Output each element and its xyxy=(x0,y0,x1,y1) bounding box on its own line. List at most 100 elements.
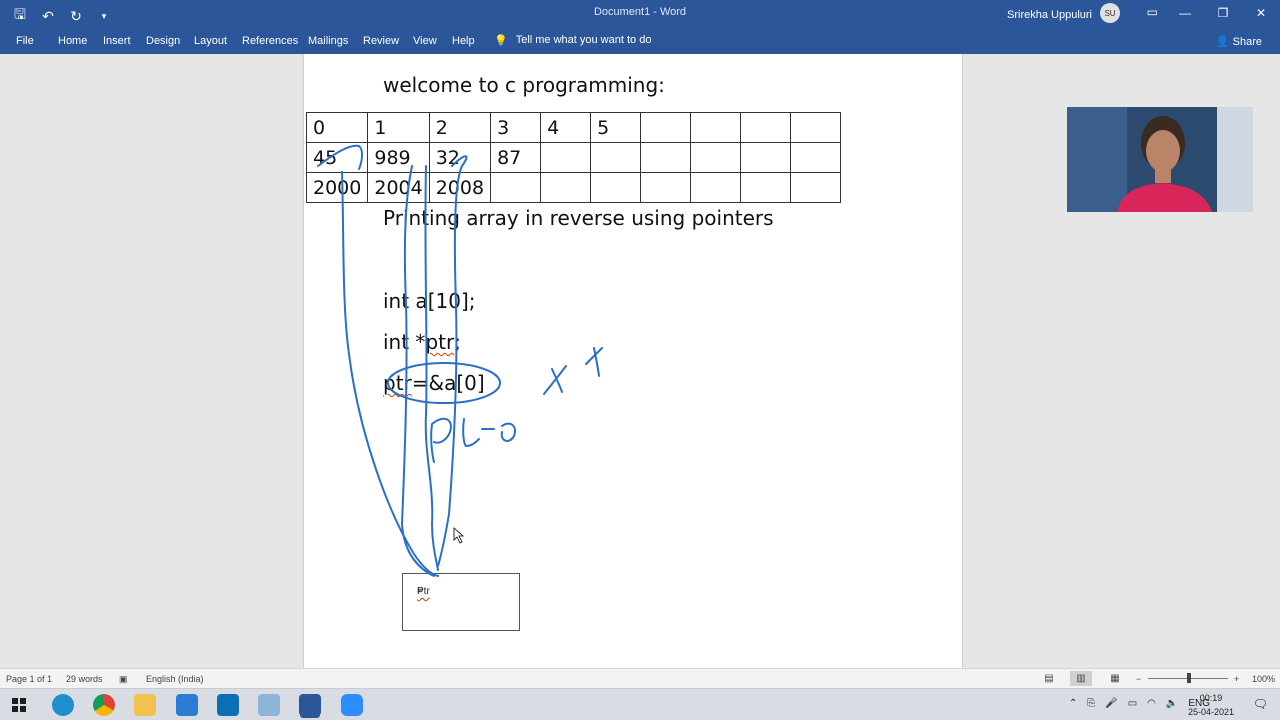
ink-stroke xyxy=(500,422,516,442)
dell-app-icon[interactable] xyxy=(217,694,239,716)
lightbulb-icon: 💡 xyxy=(494,35,508,47)
user-name: Srirekha Uppuluri xyxy=(1007,8,1092,21)
proofing-icon[interactable]: ▣ xyxy=(119,674,128,685)
user-account[interactable]: Srirekha Uppuluri SU xyxy=(1007,3,1120,23)
close-icon[interactable]: ✕ xyxy=(1242,0,1280,28)
restore-icon[interactable]: ❐ xyxy=(1204,0,1242,28)
wifi-icon[interactable]: ◠ xyxy=(1147,698,1156,709)
table-cell xyxy=(640,142,692,173)
ribbon-display-options-icon[interactable]: ▭ xyxy=(1147,5,1158,19)
table-cell: 32 xyxy=(428,142,492,173)
tab-home[interactable]: Home xyxy=(58,35,87,47)
table-cell: 989 xyxy=(367,142,430,173)
table-cell: 2004 xyxy=(367,172,430,203)
title-bar: 🖫 ↶ ↻ ▾ Document1 - Word Srirekha Uppulu… xyxy=(0,0,1280,28)
tab-insert[interactable]: Insert xyxy=(103,35,131,47)
avatar[interactable]: SU xyxy=(1100,3,1120,23)
tab-mailings[interactable]: Mailings xyxy=(308,35,348,47)
snip-tool-icon[interactable] xyxy=(258,694,280,716)
ink-stroke xyxy=(585,347,603,365)
zoom-level[interactable]: 100% xyxy=(1252,674,1275,684)
notification-icon[interactable]: 🗨 xyxy=(1253,697,1268,711)
ink-stroke xyxy=(551,368,563,393)
print-layout-icon[interactable]: ▥ xyxy=(1070,671,1092,686)
table-cell: 45 xyxy=(305,142,369,173)
table-cell xyxy=(690,142,742,173)
table-cell xyxy=(790,112,842,143)
table-cell xyxy=(740,172,792,203)
table-cell xyxy=(590,142,642,173)
zoom-in-icon[interactable]: + xyxy=(1234,674,1239,684)
page-count[interactable]: Page 1 of 1 xyxy=(6,674,52,684)
table-cell xyxy=(540,142,592,173)
volume-icon[interactable]: 🔈 xyxy=(1166,698,1178,709)
table-cell: 2 xyxy=(428,112,492,143)
word-icon[interactable] xyxy=(299,694,321,716)
minimize-icon[interactable]: — xyxy=(1166,0,1204,28)
chevron-up-icon[interactable]: ⌃ xyxy=(1069,698,1077,709)
battery-icon[interactable]: ▭ xyxy=(1128,698,1137,709)
ink-stroke xyxy=(543,365,567,395)
table-cell xyxy=(790,142,842,173)
read-mode-icon[interactable]: ▤ xyxy=(1038,671,1060,686)
word-count[interactable]: 29 words xyxy=(66,674,103,684)
table-cell xyxy=(490,172,542,203)
microphone-icon[interactable]: 🎤 xyxy=(1105,698,1117,709)
zoom-app-icon[interactable] xyxy=(341,694,363,716)
tab-layout[interactable]: Layout xyxy=(194,35,227,47)
tell-me-text: Tell me what you want to do xyxy=(515,34,652,46)
document-area[interactable]: welcome to c programming: 0 1 2 3 4 5 45… xyxy=(0,54,1280,668)
table-cell xyxy=(740,112,792,143)
tab-help[interactable]: Help xyxy=(452,35,475,47)
clock[interactable]: 00:19 25-04-2021 xyxy=(1188,691,1234,719)
ink-stroke xyxy=(462,418,480,447)
status-bar: Page 1 of 1 29 words ▣ English (India) ▤… xyxy=(0,668,1280,688)
edge-icon[interactable] xyxy=(52,694,74,716)
text-box[interactable]: Ptr = xyxy=(402,573,520,631)
taskbar: ⌃ ⎘ 🎤 ▭ ◠ 🔈 ENG 00:19 25-04-2021 🗨 xyxy=(0,688,1280,720)
table-cell xyxy=(640,112,692,143)
clock-time: 00:19 xyxy=(1199,693,1223,703)
webcam-overlay xyxy=(1067,107,1253,212)
table-cell: 1 xyxy=(367,112,430,143)
windows-start-icon[interactable] xyxy=(12,698,26,712)
tab-view[interactable]: View xyxy=(413,35,437,47)
table-cell: 2000 xyxy=(305,172,369,203)
zoom-out-icon[interactable]: − xyxy=(1136,674,1141,684)
table-cell: 3 xyxy=(490,112,542,143)
language-indicator[interactable]: English (India) xyxy=(146,674,204,684)
table-cell: 2008 xyxy=(428,172,492,203)
tab-references[interactable]: References xyxy=(242,35,298,47)
array-table: 0 1 2 3 4 5 45 989 32 87 2000 2004 2008 xyxy=(305,112,842,203)
file-explorer-icon[interactable] xyxy=(134,694,156,716)
table-row: 45 989 32 87 xyxy=(305,142,842,173)
table-row: 2000 2004 2008 xyxy=(305,172,842,203)
zoom-slider-thumb[interactable] xyxy=(1187,673,1191,683)
table-cell: 4 xyxy=(540,112,592,143)
ribbon-tabs: File Home Insert Design Layout Reference… xyxy=(0,28,1280,54)
table-cell: 5 xyxy=(590,112,642,143)
sync-icon[interactable]: ⎘ xyxy=(1087,698,1095,709)
document-heading: welcome to c programming: xyxy=(383,73,665,97)
page[interactable]: welcome to c programming: 0 1 2 3 4 5 45… xyxy=(303,54,963,668)
tab-design[interactable]: Design xyxy=(146,35,180,47)
table-row: 0 1 2 3 4 5 xyxy=(305,112,842,143)
document-subtitle: Printing array in reverse using pointers xyxy=(383,206,774,230)
tab-review[interactable]: Review xyxy=(363,35,399,47)
window-controls: — ❐ ✕ xyxy=(1166,0,1280,28)
web-layout-icon[interactable]: ▦ xyxy=(1104,671,1126,686)
ink-stroke xyxy=(593,347,600,377)
code-line-assignment: ptr=&a[0] xyxy=(383,371,485,395)
tab-file[interactable]: File xyxy=(16,35,34,47)
share-button[interactable]: 👤 Share xyxy=(1216,35,1262,48)
table-cell xyxy=(590,172,642,203)
person-icon: 👤 xyxy=(1215,36,1230,48)
table-cell: 87 xyxy=(490,142,542,173)
mail-icon[interactable] xyxy=(176,694,198,716)
tell-me-box[interactable]: 💡 Tell me what you want to do xyxy=(494,34,651,47)
table-cell xyxy=(740,142,792,173)
chrome-icon[interactable] xyxy=(93,694,115,716)
table-cell xyxy=(790,172,842,203)
code-line-pointer: int *ptr; xyxy=(383,330,461,354)
mouse-cursor-icon xyxy=(453,527,465,544)
